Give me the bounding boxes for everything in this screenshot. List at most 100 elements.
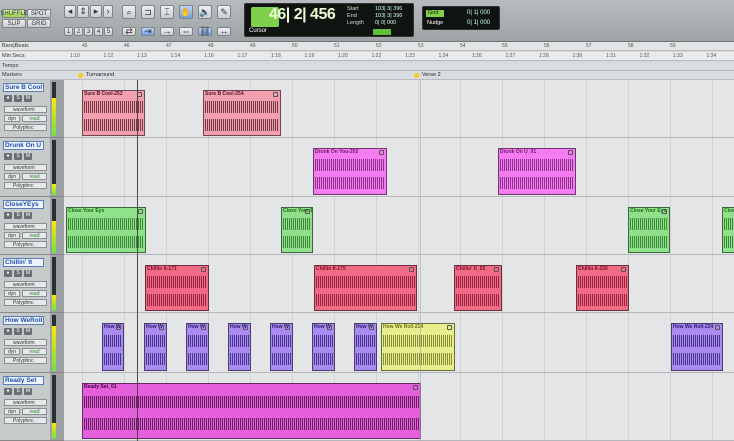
insertion-follows-button[interactable]: ⇔ bbox=[179, 27, 193, 36]
solo-button[interactable]: S bbox=[14, 95, 22, 102]
link-track-button[interactable]: ⛓ bbox=[198, 27, 212, 36]
record-button[interactable]: ● bbox=[4, 328, 12, 335]
markers-ruler[interactable]: Markers Turnaround Verse 2 bbox=[0, 71, 734, 80]
plugin-selector[interactable]: Polyphnc bbox=[4, 299, 47, 306]
spot-mode-button[interactable]: SPOT bbox=[27, 9, 51, 18]
audio-clip[interactable]: How W bbox=[312, 323, 335, 371]
plugin-selector[interactable]: Polyphnc bbox=[4, 182, 47, 189]
audio-clip[interactable]: How W bbox=[228, 323, 251, 371]
track-header[interactable]: Ready Set ● S Mwaveform dyn read Polyphnc bbox=[0, 373, 64, 441]
grid-mode-button[interactable]: GRID bbox=[27, 19, 51, 28]
audio-clip[interactable]: Chillin It-171 bbox=[145, 265, 209, 311]
automation-mode[interactable]: read bbox=[22, 408, 47, 415]
playback-cursor[interactable] bbox=[137, 80, 138, 441]
mute-button[interactable]: M bbox=[24, 95, 32, 102]
audio-clip[interactable]: Chillin It-226 bbox=[576, 265, 629, 311]
audio-clip[interactable]: Chillin It-175 bbox=[314, 265, 417, 311]
pencil-tool[interactable]: ✎ bbox=[217, 5, 231, 19]
audio-clip[interactable]: How We Roll-224 bbox=[671, 323, 723, 371]
automation-mode[interactable]: read bbox=[22, 232, 47, 239]
grid-value[interactable]: 0| 1| 000 bbox=[467, 10, 490, 16]
mute-button[interactable]: M bbox=[24, 270, 32, 277]
record-button[interactable]: ● bbox=[4, 153, 12, 160]
audio-clip[interactable]: How We Roll-214 bbox=[381, 323, 455, 371]
dyn-button[interactable]: dyn bbox=[4, 115, 20, 122]
zoom-preset-4[interactable]: 4 bbox=[94, 27, 103, 36]
solo-button[interactable]: S bbox=[14, 388, 22, 395]
automation-mode[interactable]: read bbox=[22, 348, 47, 355]
dyn-button[interactable]: dyn bbox=[4, 408, 20, 415]
end-value[interactable]: 103| 3| 396 bbox=[375, 13, 402, 19]
min-secs-ruler[interactable]: Min:Secs 1:10 1:12 1:13 1:14 1:16 1:17 1:18 1:1… bbox=[0, 52, 734, 61]
track-header[interactable]: How WeRoll ● S Mwaveform dyn read Polyphnc bbox=[0, 313, 64, 373]
track-name[interactable]: Chillin' It bbox=[3, 258, 44, 267]
grid-nudge-panel[interactable]: Grid 0| 1| 000 Nudge 0| 1| 000 bbox=[422, 6, 500, 30]
solo-button[interactable]: S bbox=[14, 212, 22, 219]
scrubber-tool[interactable]: 🔈 bbox=[198, 5, 212, 19]
view-selector[interactable]: waveform bbox=[4, 106, 47, 113]
audio-clip[interactable]: Ready Set_01 bbox=[82, 383, 421, 439]
track-header[interactable]: Chillin' It ● S Mwaveform dyn read Polyphnc bbox=[0, 255, 64, 313]
zoom-preset-5[interactable]: 5 bbox=[104, 27, 113, 36]
dyn-button[interactable]: dyn bbox=[4, 348, 20, 355]
zoomer-tool[interactable]: ⌕ bbox=[122, 5, 136, 19]
zoom-preset-1[interactable]: 1 bbox=[64, 27, 73, 36]
bars-beats-ruler[interactable]: Bars|Beats 45 46 47 48 49 50 51 52 53 54 55 56 57 58 5… bbox=[0, 42, 734, 51]
plugin-selector[interactable]: Polyphnc bbox=[4, 417, 47, 424]
audio-clip[interactable]: How W bbox=[144, 323, 167, 371]
automation-mode[interactable]: read bbox=[22, 290, 47, 297]
audio-clip[interactable]: Close Your Eys bbox=[66, 207, 146, 253]
track-name[interactable]: CloseYEys bbox=[3, 200, 44, 209]
audio-clip[interactable]: Chillin' It_02 bbox=[454, 265, 502, 311]
audio-clip[interactable]: How W bbox=[354, 323, 377, 371]
record-button[interactable]: ● bbox=[4, 212, 12, 219]
audio-clip[interactable]: Drunk On U_01 bbox=[498, 148, 576, 195]
track-name[interactable]: How WeRoll bbox=[3, 316, 44, 325]
nudge-value[interactable]: 0| 1| 000 bbox=[467, 20, 490, 26]
record-button[interactable]: ● bbox=[4, 270, 12, 277]
view-selector[interactable]: waveform bbox=[4, 164, 47, 171]
length-value[interactable]: 0| 0| 000 bbox=[375, 20, 396, 26]
view-selector[interactable]: waveform bbox=[4, 281, 47, 288]
main-counter[interactable]: 46| 2| 456 Cursor Start End Length 103| … bbox=[244, 3, 414, 37]
slip-mode-button[interactable]: SLIP bbox=[2, 19, 26, 28]
audio-clip[interactable]: Close Your Eye bbox=[281, 207, 313, 253]
track-name[interactable]: Ready Set bbox=[3, 376, 44, 385]
record-button[interactable]: ● bbox=[4, 388, 12, 395]
track-header[interactable]: Sure B Cool ● S Mwaveform dyn read Polyphnc bbox=[0, 80, 64, 138]
mirror-midi-button[interactable]: → bbox=[160, 27, 174, 36]
marker-verse-2[interactable]: Verse 2 bbox=[414, 72, 441, 79]
track-header[interactable]: CloseYEys ● S Mwaveform dyn read Polyphnc bbox=[0, 197, 64, 255]
zoom-vertical-button[interactable]: ⇕ bbox=[77, 5, 89, 18]
audio-clip[interactable]: How W bbox=[270, 323, 293, 371]
mute-button[interactable]: M bbox=[24, 328, 32, 335]
audio-clip[interactable]: Close bbox=[722, 207, 734, 253]
record-button[interactable]: ● bbox=[4, 95, 12, 102]
dyn-button[interactable]: dyn bbox=[4, 173, 20, 180]
grabber-tool[interactable]: ✋ bbox=[179, 5, 193, 19]
keyboard-focus-button[interactable]: ↔ bbox=[217, 27, 231, 36]
plugin-selector[interactable]: Polyphnc bbox=[4, 241, 47, 248]
mute-button[interactable]: M bbox=[24, 388, 32, 395]
edit-window[interactable]: Sure B Cool-252 Sure B Cool-254 Drunk On Y… bbox=[64, 80, 734, 441]
zoom-in-button[interactable]: ▸ bbox=[90, 5, 102, 18]
zoom-preset-2[interactable]: 2 bbox=[74, 27, 83, 36]
track-header[interactable]: Drunk On U ● S Mwaveform dyn read Polyphnc bbox=[0, 138, 64, 197]
link-timeline-button[interactable]: ⇄ bbox=[122, 27, 136, 36]
audio-clip[interactable]: Close Your Eys bbox=[628, 207, 670, 253]
trim-tool[interactable]: ⊐ bbox=[141, 5, 155, 19]
plugin-selector[interactable]: Polyphnc bbox=[4, 357, 47, 364]
dyn-button[interactable]: dyn bbox=[4, 290, 20, 297]
track-lane[interactable] bbox=[64, 138, 734, 197]
view-selector[interactable]: waveform bbox=[4, 339, 47, 346]
automation-mode[interactable]: read bbox=[22, 115, 47, 122]
view-selector[interactable]: waveform bbox=[4, 399, 47, 406]
shuffle-mode-button[interactable]: SHUFFLE bbox=[0, 9, 28, 18]
automation-mode[interactable]: read bbox=[22, 173, 47, 180]
audio-clip[interactable]: How W bbox=[186, 323, 209, 371]
mute-button[interactable]: M bbox=[24, 153, 32, 160]
start-value[interactable]: 103| 3| 396 bbox=[375, 6, 402, 12]
mute-button[interactable]: M bbox=[24, 212, 32, 219]
zoom-preset-3[interactable]: 3 bbox=[84, 27, 93, 36]
track-name[interactable]: Drunk On U bbox=[3, 141, 44, 150]
